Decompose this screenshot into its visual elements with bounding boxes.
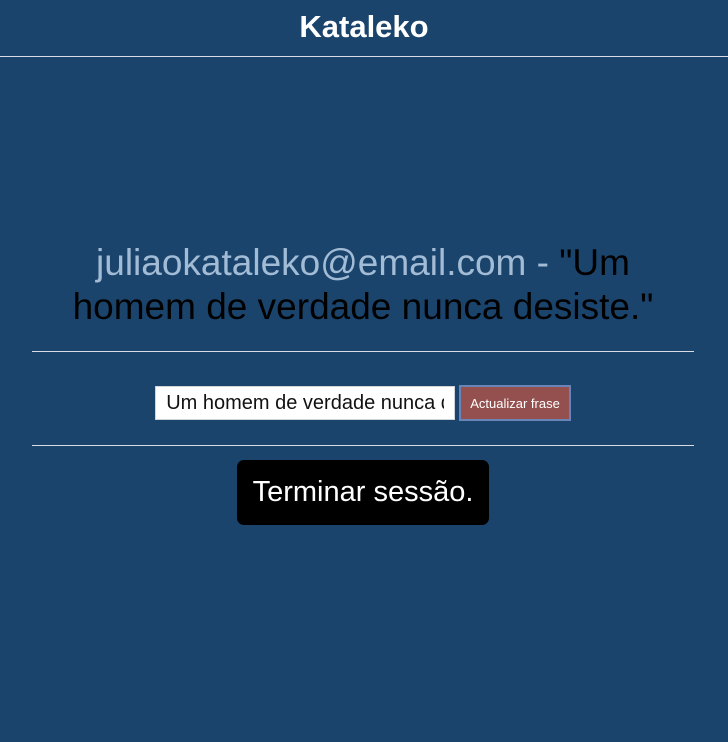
- divider-top: [32, 351, 694, 352]
- update-phrase-button[interactable]: Actualizar frase: [459, 385, 571, 421]
- divider-bottom: [32, 445, 694, 446]
- quote-separator: -: [526, 242, 560, 283]
- app-title: Kataleko: [299, 9, 429, 44]
- profile-section: juliaokataleko@email.com - "Um homem de …: [32, 241, 694, 525]
- update-phrase-form: Actualizar frase: [32, 385, 694, 421]
- user-quote-line: juliaokataleko@email.com - "Um homem de …: [32, 241, 694, 329]
- app-header: Kataleko: [0, 0, 728, 57]
- logout-container: Terminar sessão.: [32, 460, 694, 525]
- user-email: juliaokataleko@email.com: [96, 242, 527, 283]
- logout-button[interactable]: Terminar sessão.: [236, 460, 490, 525]
- phrase-input[interactable]: [155, 386, 456, 420]
